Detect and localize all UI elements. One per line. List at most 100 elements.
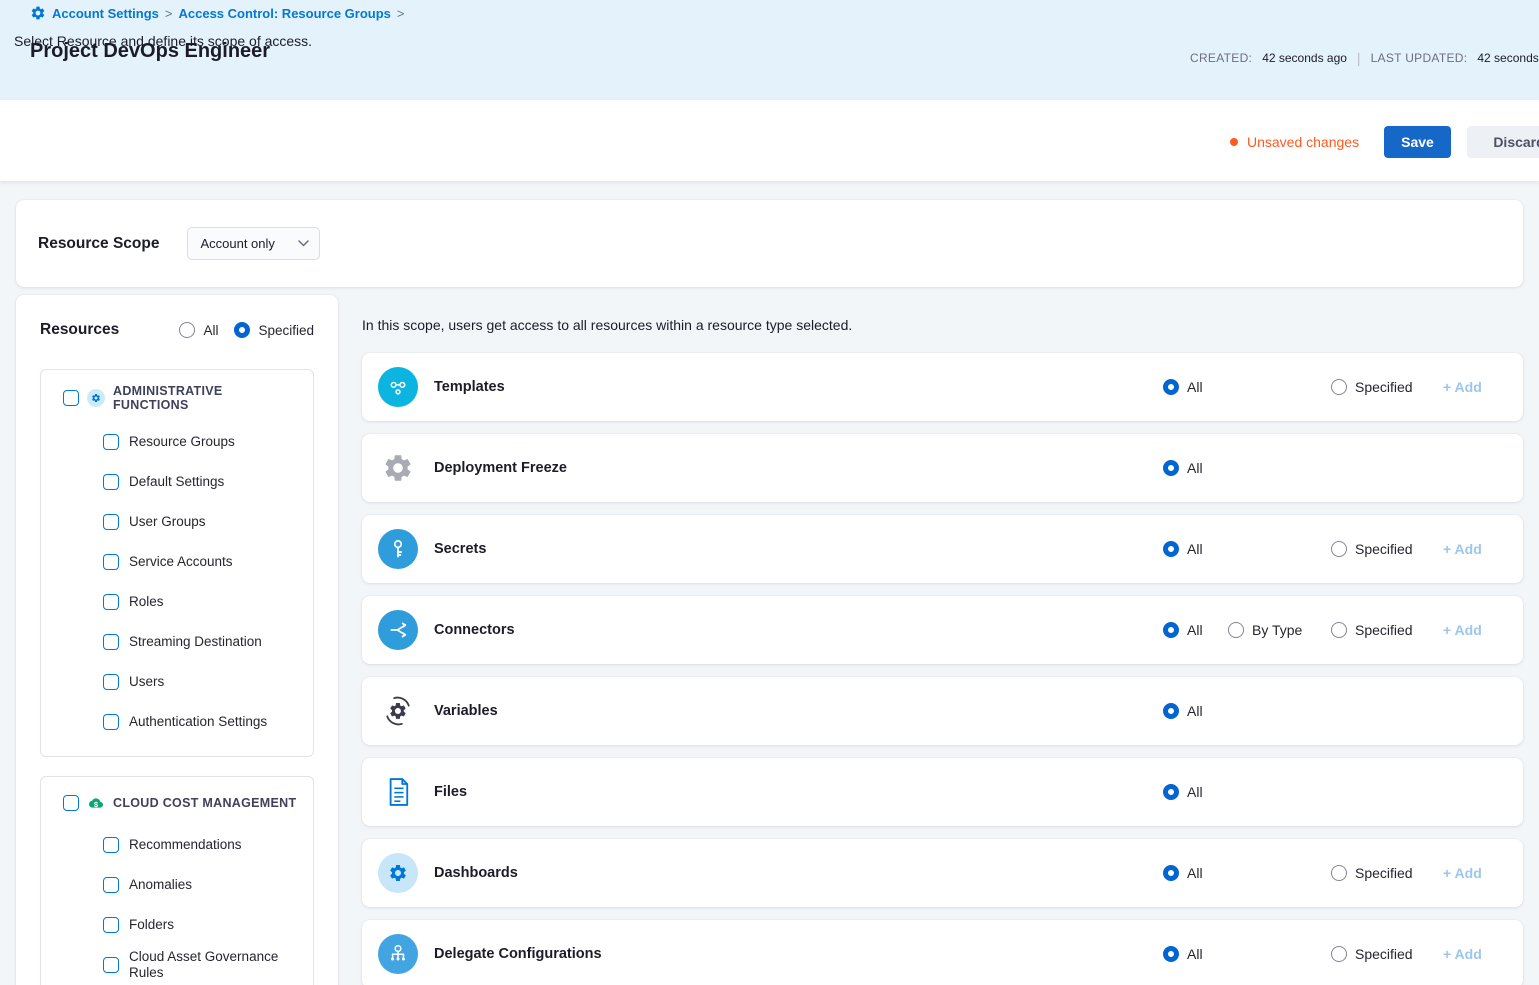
meta-divider: | — [1357, 50, 1361, 66]
radio-specified-input[interactable] — [1331, 865, 1347, 881]
resource-item-streaming-destination[interactable]: Streaming Destination — [55, 622, 301, 662]
connectors-icon — [378, 610, 418, 650]
radio-specified-input[interactable] — [234, 322, 250, 338]
item-checkbox[interactable] — [103, 474, 119, 490]
group-checkbox[interactable] — [63, 795, 79, 811]
item-checkbox[interactable] — [103, 917, 119, 933]
radio-all-input[interactable] — [1163, 541, 1179, 557]
resource-item-user-groups[interactable]: User Groups — [55, 502, 301, 542]
radio-all[interactable]: All — [1163, 460, 1228, 476]
radio-by-type[interactable]: By Type — [1228, 622, 1331, 638]
resource-item-users[interactable]: Users — [55, 662, 301, 702]
resource-rows: Templates All Specified + Add Deployment… — [362, 353, 1523, 985]
item-checkbox[interactable] — [103, 674, 119, 690]
radio-specified-input[interactable] — [1331, 541, 1347, 557]
radio-by-type-input[interactable] — [1228, 622, 1244, 638]
resource-row-title: Delegate Configurations — [434, 946, 602, 962]
item-checkbox[interactable] — [103, 877, 119, 893]
dashboards-icon — [378, 853, 418, 893]
radio-all-input[interactable] — [1163, 379, 1179, 395]
save-button[interactable]: Save — [1384, 126, 1451, 158]
item-checkbox[interactable] — [103, 957, 119, 973]
resources-radio-specified[interactable]: Specified — [234, 322, 314, 338]
discard-button[interactable]: Discard — [1467, 126, 1539, 158]
resource-item-folders[interactable]: Folders — [55, 905, 301, 945]
radio-specified[interactable]: Specified — [1331, 865, 1443, 881]
resource-scope-label: Resource Scope — [38, 235, 159, 253]
resource-item-service-accounts[interactable]: Service Accounts — [55, 542, 301, 582]
resource-item-roles[interactable]: Roles — [55, 582, 301, 622]
item-checkbox[interactable] — [103, 634, 119, 650]
updated-label: LAST UPDATED: — [1371, 51, 1468, 65]
radio-specified[interactable]: Specified — [1331, 946, 1443, 962]
resource-item-cloud-asset-governance-rules[interactable]: Cloud Asset Governance Rules — [55, 945, 301, 985]
resource-scope-dropdown[interactable]: Account only — [187, 227, 320, 260]
radio-all-input[interactable] — [1163, 946, 1179, 962]
resource-item-recommendations[interactable]: Recommendations — [55, 825, 301, 865]
radio-all-input[interactable] — [1163, 784, 1179, 800]
resource-row-connectors: Connectors All By Type Specified + Add — [362, 596, 1523, 664]
resource-row-delegate-configurations: Delegate Configurations All Specified + … — [362, 920, 1523, 985]
resource-item-default-settings[interactable]: Default Settings — [55, 462, 301, 502]
resources-radio-all[interactable]: All — [179, 322, 218, 338]
resource-row-dashboards: Dashboards All Specified + Add — [362, 839, 1523, 907]
resource-row-files: Files All — [362, 758, 1523, 826]
resource-scope-card: Resource Scope Account only — [16, 200, 1523, 287]
unsaved-changes-badge: Unsaved changes — [1230, 134, 1359, 150]
unsaved-dot-icon — [1230, 138, 1238, 146]
radio-specified[interactable]: Specified — [1331, 541, 1443, 557]
templates-icon — [378, 367, 418, 407]
radio-specified[interactable]: Specified — [1331, 622, 1443, 638]
radio-all[interactable]: All — [1163, 865, 1228, 881]
resource-item-anomalies[interactable]: Anomalies — [55, 865, 301, 905]
radio-all-input[interactable] — [1163, 703, 1179, 719]
unsaved-label: Unsaved changes — [1247, 134, 1359, 150]
chevron-down-icon — [298, 240, 309, 247]
breadcrumb-resource-groups[interactable]: Access Control: Resource Groups — [179, 6, 391, 21]
variables-icon — [378, 691, 418, 731]
resources-title: Resources — [40, 321, 119, 339]
resource-row-title: Deployment Freeze — [434, 460, 567, 476]
radio-all-input[interactable] — [1163, 460, 1179, 476]
add-link[interactable]: + Add — [1443, 541, 1523, 557]
item-checkbox[interactable] — [103, 594, 119, 610]
radio-all[interactable]: All — [1163, 622, 1228, 638]
secrets-icon — [378, 529, 418, 569]
radio-all[interactable]: All — [1163, 379, 1228, 395]
add-link[interactable]: + Add — [1443, 865, 1523, 881]
resource-row-title: Dashboards — [434, 865, 518, 881]
add-link[interactable]: + Add — [1443, 379, 1523, 395]
cloud-cost-icon: $ — [87, 796, 105, 810]
add-link[interactable]: + Add — [1443, 946, 1523, 962]
resources-panel: Resources All Specified ADMINISTRATIVE F… — [16, 295, 338, 985]
breadcrumb-separator: > — [397, 6, 405, 21]
radio-all-input[interactable] — [179, 322, 195, 338]
item-checkbox[interactable] — [103, 837, 119, 853]
radio-specified-input[interactable] — [1331, 379, 1347, 395]
add-link[interactable]: + Add — [1443, 622, 1523, 638]
radio-specified-input[interactable] — [1331, 622, 1347, 638]
resource-item-resource-groups[interactable]: Resource Groups — [55, 422, 301, 462]
radio-specified[interactable]: Specified — [1331, 379, 1443, 395]
resource-item-authentication-settings[interactable]: Authentication Settings — [55, 702, 301, 742]
item-checkbox[interactable] — [103, 554, 119, 570]
group-checkbox[interactable] — [63, 390, 79, 406]
resource-row-title: Variables — [434, 703, 498, 719]
radio-specified-input[interactable] — [1331, 946, 1347, 962]
radio-all-input[interactable] — [1163, 622, 1179, 638]
radio-all[interactable]: All — [1163, 703, 1228, 719]
item-checkbox[interactable] — [103, 714, 119, 730]
resource-row-deployment-freeze: Deployment Freeze All — [362, 434, 1523, 502]
radio-all[interactable]: All — [1163, 946, 1228, 962]
item-checkbox[interactable] — [103, 434, 119, 450]
radio-all-input[interactable] — [1163, 865, 1179, 881]
admin-functions-icon — [87, 389, 105, 407]
updated-value: 42 seconds ago — [1477, 51, 1539, 65]
item-checkbox[interactable] — [103, 514, 119, 530]
radio-all[interactable]: All — [1163, 784, 1228, 800]
radio-all[interactable]: All — [1163, 541, 1228, 557]
created-label: CREATED: — [1190, 51, 1252, 65]
delegate-configurations-icon — [378, 934, 418, 974]
breadcrumb-account-settings[interactable]: Account Settings — [52, 6, 159, 21]
resource-row-title: Templates — [434, 379, 505, 395]
